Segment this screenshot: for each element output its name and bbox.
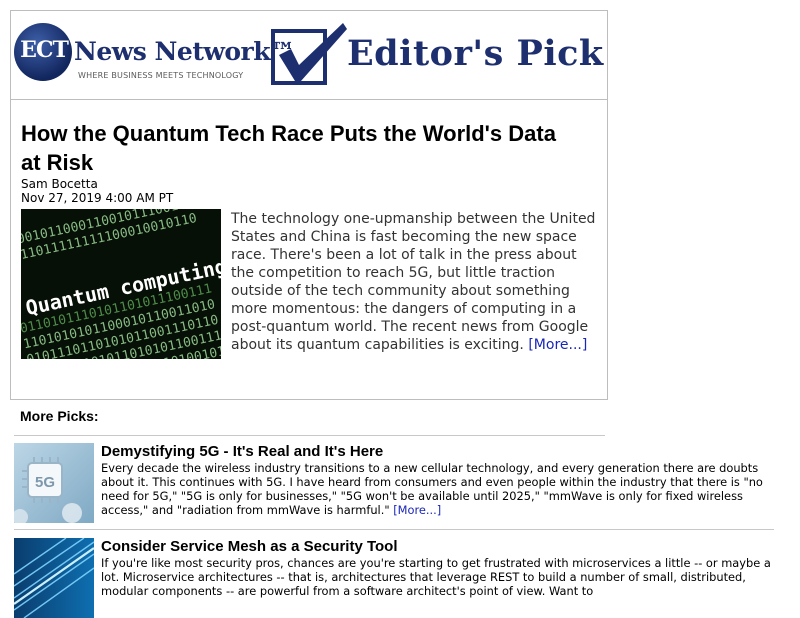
logo-name: News Network™ (74, 37, 295, 66)
more-pick-more-link[interactable]: [More...] (393, 503, 441, 517)
quantum-computing-image[interactable]: 1100101100011001011100101 01110111111111… (21, 209, 221, 359)
more-pick-summary: If you're like most security pros, chanc… (101, 556, 771, 598)
more-pick-title[interactable]: Consider Service Mesh as a Security Tool (101, 538, 398, 555)
divider (14, 529, 774, 530)
editors-pick-panel: ECT News Network™ WHERE BUSINESS MEETS T… (10, 10, 608, 400)
svg-text:5G: 5G (35, 474, 55, 491)
more-pick-item: 5G Demystifying 5G - It's Real and It's … (14, 443, 780, 527)
ect-news-network-logo[interactable]: ECT News Network™ WHERE BUSINESS MEETS T… (14, 23, 295, 93)
logo-mark: ECT (20, 37, 69, 63)
editors-pick-badge: Editor's Pick (347, 33, 604, 74)
checkmark-box-icon (271, 23, 347, 85)
article-date: Nov 27, 2019 4:00 AM PT (21, 191, 174, 205)
more-pick-item: Consider Service Mesh as a Security Tool… (14, 538, 780, 618)
article-title[interactable]: How the Quantum Tech Race Puts the World… (21, 119, 581, 177)
more-pick-title[interactable]: Demystifying 5G - It's Real and It's Her… (101, 443, 383, 460)
article-summary-text: The technology one-upmanship between the… (231, 211, 596, 353)
newsletter-header: ECT News Network™ WHERE BUSINESS MEETS T… (11, 11, 607, 100)
binary-code-graphic: 1100101100011001011100101 01110111111111… (21, 209, 221, 359)
more-pick-summary: Every decade the wireless industry trans… (101, 461, 773, 517)
logo-tagline: WHERE BUSINESS MEETS TECHNOLOGY (78, 71, 244, 80)
divider (14, 435, 605, 436)
article-author: Sam Bocetta (21, 177, 98, 191)
more-picks-heading: More Picks: (20, 408, 99, 424)
5g-chip-image[interactable]: 5G (14, 443, 94, 523)
article-summary: The technology one-upmanship between the… (231, 210, 603, 354)
circuit-light-image[interactable] (14, 538, 94, 618)
article-more-link[interactable]: [More...] (528, 337, 587, 353)
